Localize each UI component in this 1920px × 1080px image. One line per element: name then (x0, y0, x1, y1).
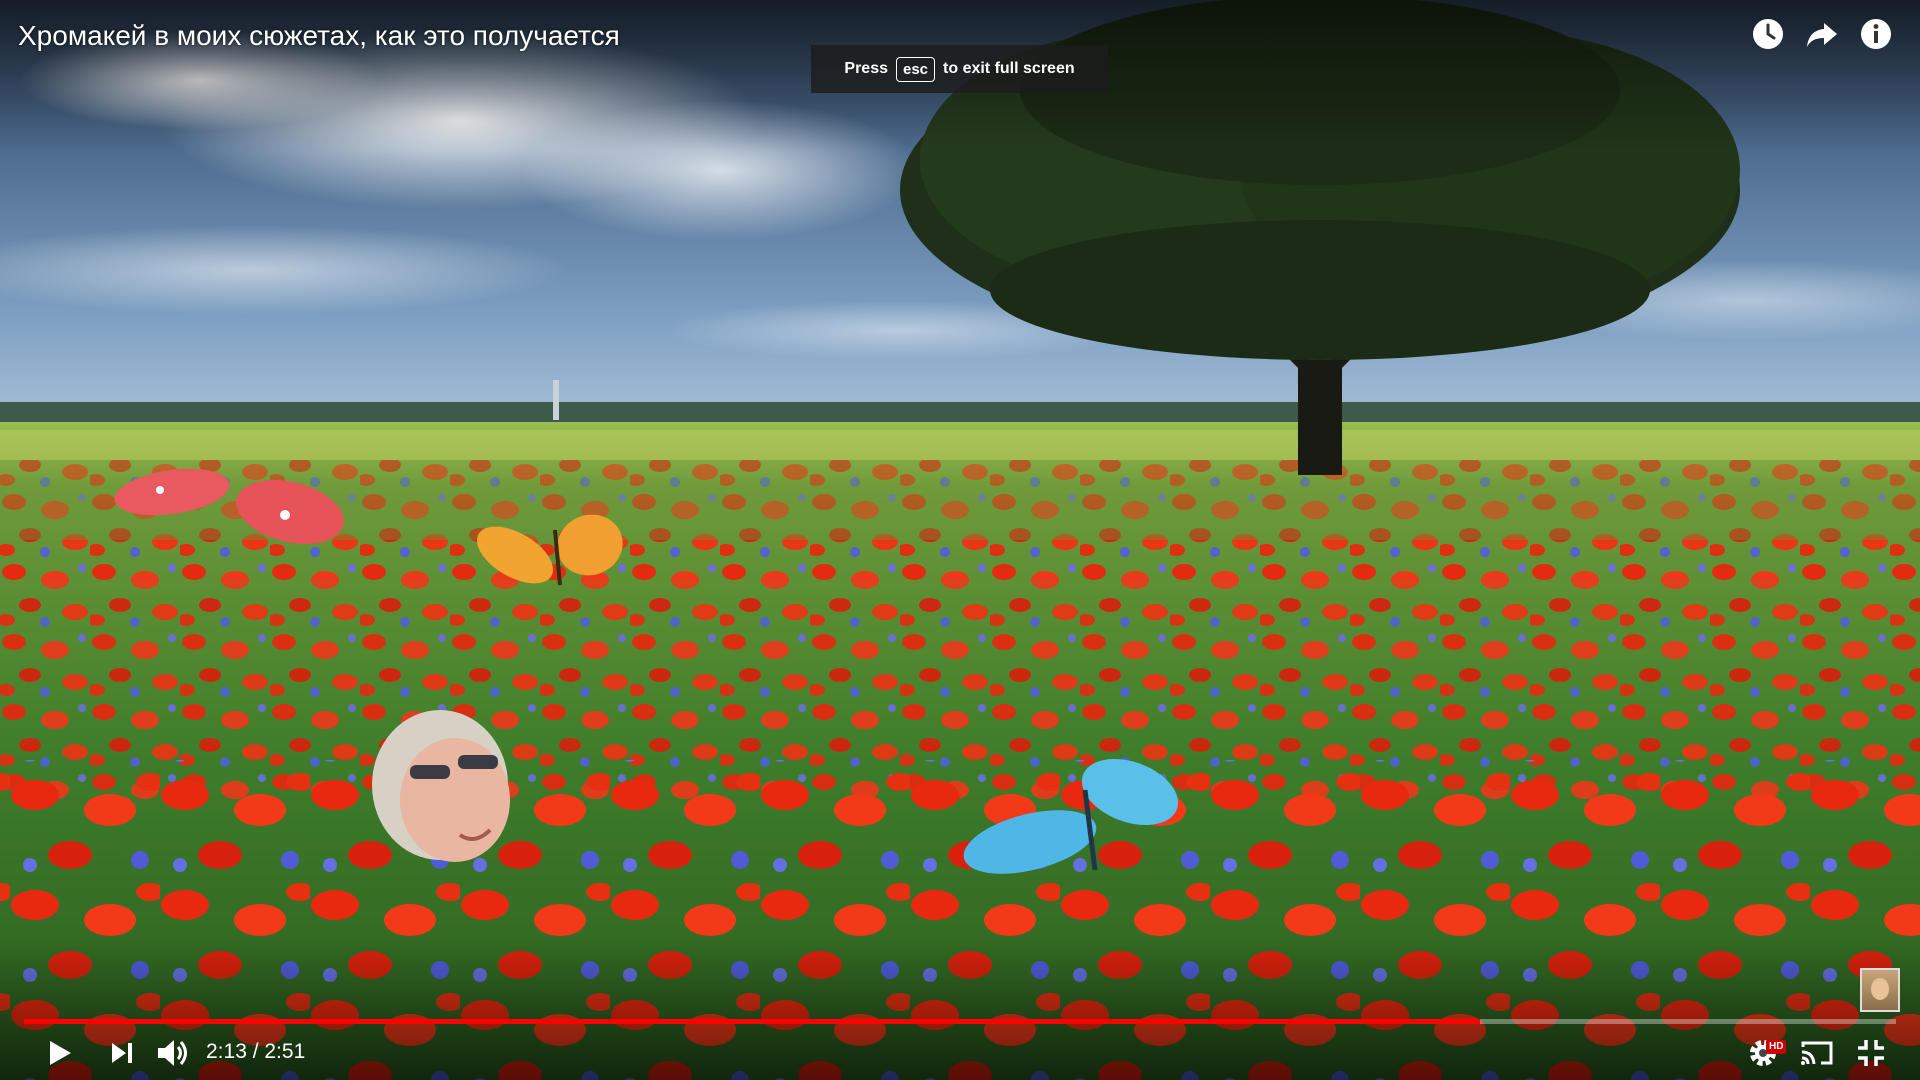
next-icon (112, 1043, 132, 1063)
progress-bar[interactable] (24, 1019, 1896, 1024)
info-button[interactable] (1858, 16, 1894, 52)
notice-suffix: to exit full screen (943, 60, 1075, 77)
volume-icon (158, 1040, 187, 1066)
cast-icon (1801, 1041, 1833, 1065)
share-button[interactable] (1804, 16, 1840, 52)
time-display: 2:13 / 2:51 (206, 1040, 306, 1063)
exit-fullscreen-button[interactable] (1850, 1034, 1892, 1072)
top-actions (1750, 16, 1894, 52)
cast-button[interactable] (1796, 1034, 1838, 1072)
clock-icon (1753, 19, 1783, 49)
hd-badge: HD (1766, 1040, 1787, 1054)
fullscreen-exit-notice: Press esc to exit full screen (811, 45, 1108, 93)
volume-button[interactable] (152, 1034, 194, 1072)
watch-later-button[interactable] (1750, 16, 1786, 52)
share-icon (1807, 23, 1837, 47)
progress-played (24, 1019, 1481, 1024)
play-button[interactable] (40, 1034, 80, 1072)
channel-avatar[interactable] (1860, 968, 1900, 1012)
notice-prefix: Press (844, 60, 888, 77)
info-icon (1861, 19, 1891, 49)
exit-fullscreen-icon (1858, 1040, 1884, 1066)
next-button[interactable] (102, 1034, 142, 1072)
esc-key-label: esc (895, 56, 936, 82)
avatar-face (1871, 978, 1889, 1000)
play-icon (50, 1041, 71, 1065)
video-title[interactable]: Хромакей в моих сюжетах, как это получае… (18, 18, 620, 54)
video-frame[interactable] (0, 0, 1920, 1080)
